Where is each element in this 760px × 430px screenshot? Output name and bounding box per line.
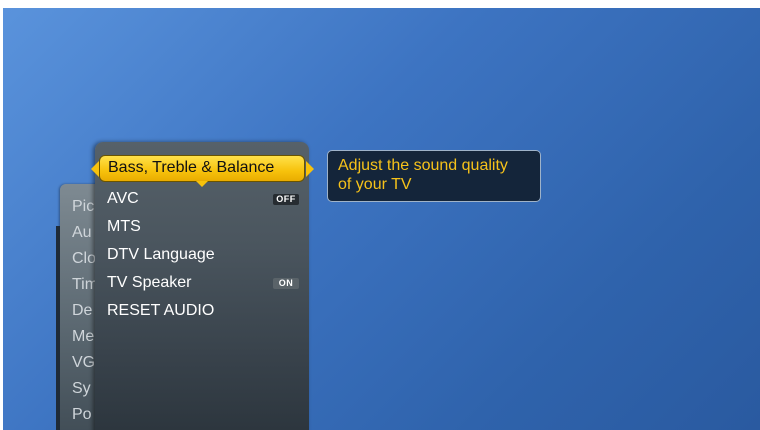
selected-item-label: Bass, Treble & Balance <box>108 159 275 176</box>
menu-item-reset-audio[interactable]: RESET AUDIO <box>107 302 214 320</box>
main-menu-item-power[interactable]: Po <box>72 406 92 424</box>
main-menu-item-picture[interactable]: Pic <box>72 198 94 216</box>
description-line-2: of your TV <box>338 176 412 193</box>
main-menu-item-system[interactable]: Sy <box>72 380 91 398</box>
main-menu-item-vga[interactable]: VG <box>72 354 95 372</box>
main-menu-edge <box>56 226 60 430</box>
main-menu-item-audio[interactable]: Au <box>72 224 92 242</box>
menu-item-tv-speaker[interactable]: TV Speaker <box>107 274 191 292</box>
description-tooltip: Adjust the sound quality of your TV <box>327 150 541 202</box>
down-arrow-icon <box>196 181 208 187</box>
tv-speaker-status-badge: ON <box>273 278 299 289</box>
left-arrow-icon[interactable] <box>91 161 99 177</box>
main-menu-item-device[interactable]: De <box>72 302 92 320</box>
right-arrow-icon[interactable] <box>306 161 314 177</box>
description-line-1: Adjust the sound quality <box>338 157 508 174</box>
menu-item-dtv-language[interactable]: DTV Language <box>107 246 215 264</box>
menu-item-mts[interactable]: MTS <box>107 218 141 236</box>
avc-status-badge: OFF <box>273 194 299 205</box>
main-menu-item-media[interactable]: Me <box>72 328 94 346</box>
menu-item-avc[interactable]: AVC <box>107 190 139 208</box>
menu-item-bass-treble-balance[interactable]: Bass, Treble & Balance <box>100 156 304 181</box>
main-menu-item-clock[interactable]: Clo <box>72 250 96 268</box>
tv-screen: Pic Au Clo Tim De Me VG Sy Po AVC OFF MT… <box>3 8 760 430</box>
